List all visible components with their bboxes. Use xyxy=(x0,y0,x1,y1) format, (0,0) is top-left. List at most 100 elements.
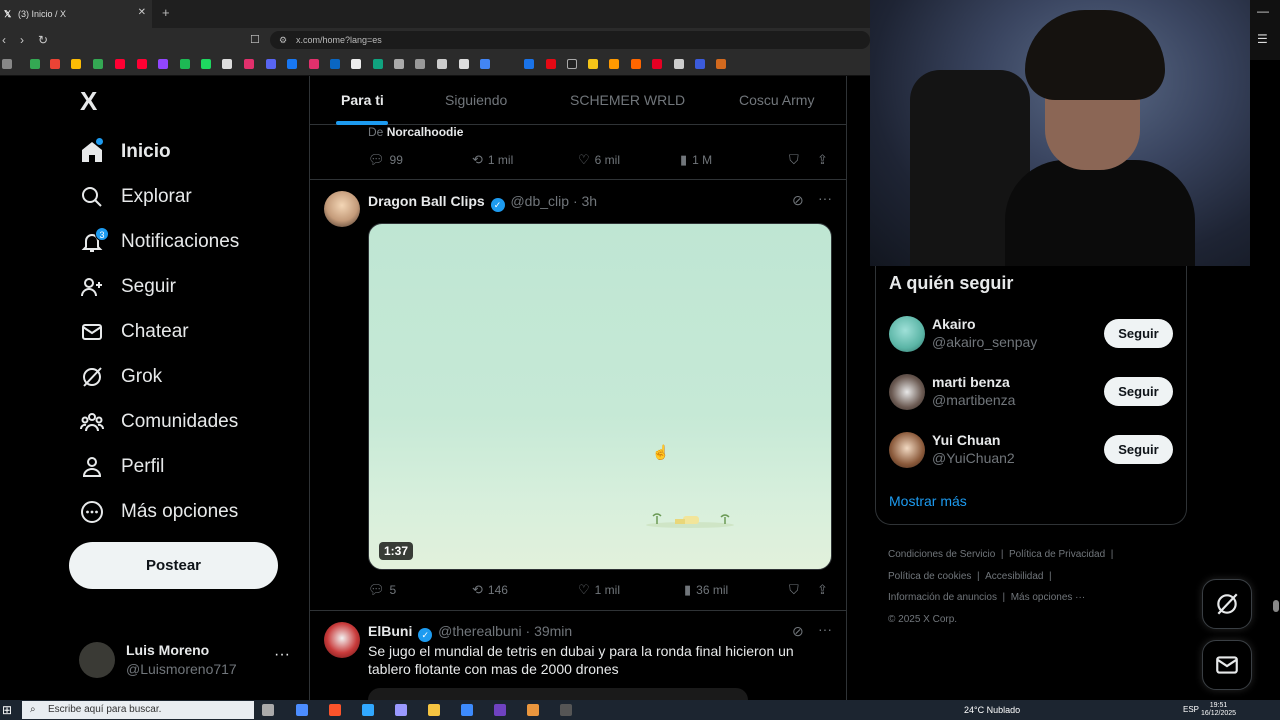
follow-button[interactable]: Seguir xyxy=(1104,435,1173,464)
author-name[interactable]: ElBuni xyxy=(368,623,412,639)
nav-grok[interactable]: Grok xyxy=(80,362,162,392)
follow-button[interactable]: Seguir xyxy=(1104,319,1173,348)
pinterest-bookmark-icon[interactable] xyxy=(652,59,662,69)
author-handle[interactable]: @db_clip xyxy=(510,193,569,209)
reload-icon[interactable]: ↻ xyxy=(38,33,48,47)
reply-button[interactable]: 💬︎ 5 xyxy=(368,582,396,598)
bookmark-icon[interactable] xyxy=(716,59,726,69)
footer-ads-link[interactable]: Información de anuncios xyxy=(888,592,997,603)
copilot-icon[interactable] xyxy=(296,704,308,716)
user-name[interactable]: marti benza xyxy=(932,374,1010,390)
quoted-user[interactable]: Norcalhoodie xyxy=(387,125,464,139)
footer-accessibility-link[interactable]: Accesibilidad xyxy=(985,571,1043,582)
bookmark-icon[interactable] xyxy=(373,59,383,69)
tab-for-you[interactable]: Para ti xyxy=(341,92,384,108)
post-time[interactable]: · 3h xyxy=(573,193,597,209)
bookmark-icon[interactable] xyxy=(695,59,705,69)
x-bookmark-icon[interactable] xyxy=(222,59,232,69)
user-handle[interactable]: @akairo_senpay xyxy=(932,334,1037,350)
bookmark-icon[interactable] xyxy=(459,59,469,69)
account-switcher[interactable]: Luis Moreno @Luismoreno717 ··· xyxy=(79,640,295,678)
repost-button[interactable]: ⟲ 146 xyxy=(472,582,508,598)
video-player[interactable]: 1:37 xyxy=(368,223,832,570)
repost-button[interactable]: ⟲ 1 mil xyxy=(472,152,513,168)
file-explorer-icon[interactable] xyxy=(428,704,440,716)
youtube-bookmark-icon[interactable] xyxy=(137,59,147,69)
bookmark-icon[interactable] xyxy=(394,59,404,69)
bookmark-icon[interactable] xyxy=(631,59,641,69)
bookmark-button[interactable]: ⛉ xyxy=(789,582,804,598)
taskbar-search-input[interactable]: ⌕ Escribe aquí para buscar. xyxy=(22,701,254,719)
nav-more-options[interactable]: Más opciones xyxy=(80,497,238,527)
grok-icon[interactable]: ⊘ xyxy=(792,192,804,209)
site-info-icon[interactable]: ⚙ xyxy=(279,31,287,49)
nav-home[interactable]: Inicio xyxy=(80,137,171,167)
user-handle[interactable]: @martibenza xyxy=(932,392,1015,408)
new-tab-button[interactable]: + xyxy=(162,5,170,20)
bookmark-icon[interactable] xyxy=(524,59,534,69)
tab-following[interactable]: Siguiendo xyxy=(445,92,507,108)
bookmark-icon[interactable] xyxy=(330,59,340,69)
bookmark-icon[interactable] xyxy=(180,59,190,69)
google-bookmark-icon[interactable] xyxy=(480,59,490,69)
post-media[interactable] xyxy=(368,688,748,700)
more-icon[interactable]: ··· xyxy=(818,621,832,637)
share-button[interactable]: ⇪ xyxy=(817,152,833,168)
grok-floating-button[interactable] xyxy=(1202,579,1252,629)
apps-icon[interactable] xyxy=(2,59,12,69)
spotify-bookmark-icon[interactable] xyxy=(201,59,211,69)
scrollbar-thumb[interactable] xyxy=(1273,600,1279,612)
clock[interactable]: 19:51 16/12/2025 xyxy=(1201,702,1236,718)
weather-widget[interactable]: 24°C Nublado xyxy=(964,705,1020,715)
tab-coscu-army[interactable]: Coscu Army xyxy=(739,92,814,108)
footer-terms-link[interactable]: Condiciones de Servicio xyxy=(888,549,995,560)
nav-explore[interactable]: Explorar xyxy=(80,182,192,212)
nav-notifications[interactable]: 3 Notificaciones xyxy=(80,227,239,257)
minimize-icon[interactable]: — xyxy=(1257,4,1269,18)
url-field[interactable]: ⚙ x.com/home?lang=es xyxy=(270,31,870,49)
suggested-user[interactable]: Akairo @akairo_senpay Seguir xyxy=(889,314,1179,354)
premiere-icon[interactable] xyxy=(395,704,407,716)
post-button[interactable]: Postear xyxy=(69,542,278,589)
input-language[interactable]: ESP xyxy=(1183,705,1199,714)
share-button[interactable]: ⇪ xyxy=(817,582,833,598)
user-handle[interactable]: @YuiChuan2 xyxy=(932,450,1015,466)
post-time[interactable]: · 39min xyxy=(526,623,573,639)
user-name[interactable]: Yui Chuan xyxy=(932,432,1000,448)
back-icon[interactable]: ‹ xyxy=(2,33,6,47)
browser-menu-icon[interactable]: ☰ xyxy=(1257,32,1268,46)
footer-privacy-link[interactable]: Política de Privacidad xyxy=(1009,549,1105,560)
browser-tab[interactable]: 𝕏 (3) Inicio / X ✕ xyxy=(0,0,152,28)
avatar[interactable] xyxy=(324,622,360,658)
bookmark-icon[interactable] xyxy=(50,59,60,69)
app-icon[interactable] xyxy=(527,704,539,716)
avatar[interactable] xyxy=(889,432,925,468)
bookmark-icon[interactable] xyxy=(351,59,361,69)
suggested-user[interactable]: marti benza @martibenza Seguir xyxy=(889,372,1179,412)
windows-start-icon[interactable]: ⊞ xyxy=(2,703,12,717)
like-button[interactable]: ♡ 1 mil xyxy=(578,582,620,598)
views-button[interactable]: ▮ 1 M xyxy=(680,152,712,168)
more-icon[interactable]: ··· xyxy=(818,190,832,206)
discord-bookmark-icon[interactable] xyxy=(266,59,276,69)
app-icon[interactable] xyxy=(494,704,506,716)
follow-button[interactable]: Seguir xyxy=(1104,377,1173,406)
footer-cookies-link[interactable]: Política de cookies xyxy=(888,571,971,582)
close-tab-icon[interactable]: ✕ xyxy=(138,7,146,18)
show-more-link[interactable]: Mostrar más xyxy=(889,493,967,509)
avatar[interactable] xyxy=(889,374,925,410)
instagram-bookmark-icon[interactable] xyxy=(309,59,319,69)
twitch-bookmark-icon[interactable] xyxy=(158,59,168,69)
youtube-bookmark-icon[interactable] xyxy=(115,59,125,69)
tiktok-bookmark-icon[interactable] xyxy=(567,59,577,69)
bookmark-page-icon[interactable]: ☐ xyxy=(250,33,260,46)
bookmark-icon[interactable] xyxy=(244,59,254,69)
forward-icon[interactable]: › xyxy=(20,33,24,47)
user-name[interactable]: Akairo xyxy=(932,316,976,332)
photoshop-icon[interactable] xyxy=(362,704,374,716)
bookmark-icon[interactable] xyxy=(609,59,619,69)
nav-profile[interactable]: Perfil xyxy=(80,452,164,482)
bookmark-icon[interactable] xyxy=(588,59,598,69)
bookmark-icon[interactable] xyxy=(93,59,103,69)
like-button[interactable]: ♡ 6 mil xyxy=(578,152,620,168)
